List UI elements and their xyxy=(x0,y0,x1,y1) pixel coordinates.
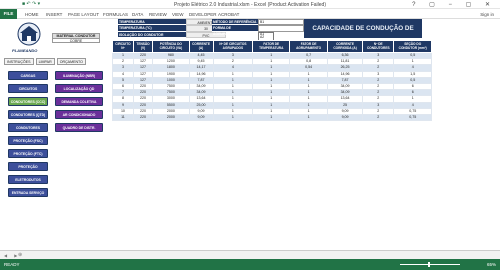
tab-data[interactable]: DATA xyxy=(132,12,143,17)
nav-condutores-button[interactable]: CONDUTORES xyxy=(8,123,48,132)
zoom-slider[interactable] xyxy=(400,264,460,265)
sheet-tabs-bar: ◀ ▶ ⊕ xyxy=(0,250,500,259)
nav-cargas-button[interactable]: CARGAS xyxy=(8,71,48,80)
title-bar: ■ ↶ ↷ ▾ Projeto Elétrico 2.0 Industrial.… xyxy=(0,0,500,9)
column-header: CORRENTE (A) xyxy=(188,40,214,53)
section-banner: CAPACIDADE DE CONDUÇÃO DE CORRENTE xyxy=(304,19,422,51)
table-cell[interactable]: 11 xyxy=(112,114,134,122)
table-header-row: CIRCUITO Nº TENSÃO (V) POTÊNCIA DO CIRCUIT… xyxy=(112,40,432,53)
table-cell[interactable]: 1 xyxy=(289,114,328,122)
status-bar: READY 65% xyxy=(0,259,500,270)
nav-quadro-distr-button[interactable]: QUADRO DE DISTR. xyxy=(55,123,103,132)
tab-page-layout[interactable]: PAGE LAYOUT xyxy=(68,12,99,17)
add-sheet-icon[interactable]: ⊕ xyxy=(18,252,22,258)
nav-condutores-ccc-button[interactable]: CONDUTORES (CCC) xyxy=(8,97,48,106)
column-header: Nº DE CIRCUITOS AGRUPADOS xyxy=(212,40,254,53)
table-body: 1 220 980 4,45 3 1 0,7 6,36 3 0,5 2 127 1200 9,45 2 1 0,… xyxy=(112,51,432,122)
logo-text: PLANEANDO xyxy=(12,48,38,53)
table-row: 11 220 2000 9,09 1 1 1 9,09 2 0,75 xyxy=(112,114,432,122)
table-cell[interactable]: 1 xyxy=(212,114,254,122)
table-cell[interactable]: 1 xyxy=(252,114,291,122)
file-tab[interactable]: FILE xyxy=(0,9,17,19)
table-cell[interactable]: 9,09 xyxy=(326,114,364,122)
tab-home[interactable]: HOME xyxy=(25,12,39,17)
zoom-slider-knob[interactable] xyxy=(428,262,430,267)
nav-condutores-qtd-button[interactable]: CONDUTORES (QTD) xyxy=(8,110,48,119)
tab-review[interactable]: REVIEW xyxy=(149,12,167,17)
material-label: MATERIAL CONDUTOR xyxy=(53,34,99,39)
column-header: CIRCUITO Nº xyxy=(112,40,134,53)
nav-eletrodutos-button[interactable]: ELETRODUTOS xyxy=(8,175,48,184)
column-header: SEÇÃO DO CONDUTOR (mm²) xyxy=(393,40,432,53)
material-box: MATERIAL CONDUTOR COBRE xyxy=(52,33,100,43)
column-header: TENSÃO (V) xyxy=(132,40,154,53)
param-label: ISOLAÇÃO DO CONDUTOR xyxy=(118,31,186,38)
nav-ar-condicionado-button[interactable]: AR CONDICIONADO xyxy=(55,110,103,119)
nav-entrada-servico-button[interactable]: ENTRADA SERVIÇO xyxy=(8,188,48,197)
table-cell[interactable]: 0,75 xyxy=(393,114,432,122)
grouping-select[interactable] xyxy=(258,25,304,32)
nav-iluminacao-button[interactable]: ILUMINAÇÃO (NBR) xyxy=(55,71,103,80)
orcamento-button[interactable]: ORÇAMENTO xyxy=(56,58,86,65)
column-header: CORRENTE CORRIGIDA (A) xyxy=(326,40,364,53)
nav-circuitos-button[interactable]: CIRCUITOS xyxy=(8,84,48,93)
tab-acrobat[interactable]: ACROBAT xyxy=(218,12,239,17)
grouping-label: FORMA DE AGRUPAMENTO xyxy=(212,25,258,36)
column-header: POTÊNCIA DO CIRCUITO (VA) xyxy=(152,40,190,53)
column-header: FATOR DE AGRUPAMENTO xyxy=(289,40,328,53)
nav-localizacao-qd-button[interactable]: LOCALIZAÇÃO QD xyxy=(55,84,103,93)
sign-in-link[interactable]: Sign in xyxy=(480,12,494,17)
data-table: CIRCUITO Nº TENSÃO (V) POTÊNCIA DO CIRCUIT… xyxy=(112,40,432,122)
tab-view[interactable]: VIEW xyxy=(172,12,184,17)
nav-demanda-coletiva-button[interactable]: DEMANDA COLETIVA xyxy=(55,97,103,106)
top-buttons: INSTRUÇÕES LIMPAR ORÇAMENTO xyxy=(4,58,86,65)
nav-protecao-fsc-button[interactable]: PROTEÇÃO (FSC) xyxy=(8,136,48,145)
status-ready: READY xyxy=(4,262,20,267)
logo-icon xyxy=(17,22,41,46)
table-cell[interactable]: 2 xyxy=(362,114,395,122)
column-header: Nº DE CONDUTORES xyxy=(362,40,395,53)
nav-protecao-button[interactable]: PROTEÇÃO xyxy=(8,162,48,171)
tab-developer[interactable]: DEVELOPER xyxy=(189,12,217,17)
material-value[interactable]: COBRE xyxy=(53,39,99,43)
column-header: FATOR DE TEMPERATURA xyxy=(252,40,291,53)
tab-insert[interactable]: INSERT xyxy=(46,12,62,17)
table-cell[interactable]: 9,09 xyxy=(188,114,214,122)
limpar-button[interactable]: LIMPAR xyxy=(35,58,55,65)
window-controls[interactable]: ? ▢ − ▢ ✕ xyxy=(412,1,496,8)
nav-protecao-ftc-button[interactable]: PROTEÇÃO (FTC) xyxy=(8,149,48,158)
instrucoes-button[interactable]: INSTRUÇÕES xyxy=(4,58,34,65)
zoom-level[interactable]: 65% xyxy=(487,262,496,267)
table-cell[interactable]: 220 xyxy=(132,114,154,122)
method-block: MÉTODO DE REFERÊNCIA B1 FORMA DE AGRUPAM… xyxy=(212,19,304,36)
tab-formulas[interactable]: FORMULAS xyxy=(103,12,128,17)
table-cell[interactable]: 2000 xyxy=(152,114,190,122)
ribbon-tabs: FILE HOME INSERT PAGE LAYOUT FORMULAS DA… xyxy=(0,9,500,19)
